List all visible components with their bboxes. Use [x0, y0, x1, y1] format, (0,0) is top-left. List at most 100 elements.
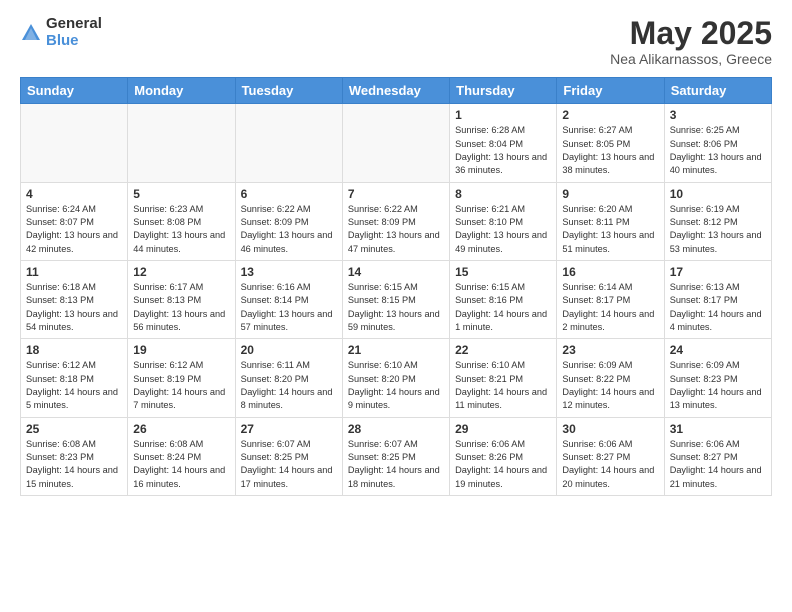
calendar-cell: 21 Sunrise: 6:10 AMSunset: 8:20 PMDayligh…: [342, 339, 449, 417]
day-info: Sunrise: 6:13 AMSunset: 8:17 PMDaylight:…: [670, 281, 766, 334]
day-info: Sunrise: 6:23 AMSunset: 8:08 PMDaylight:…: [133, 203, 229, 256]
calendar-cell: 23 Sunrise: 6:09 AMSunset: 8:22 PMDayligh…: [557, 339, 664, 417]
day-number: 5: [133, 187, 229, 201]
day-number: 23: [562, 343, 658, 357]
day-number: 18: [26, 343, 122, 357]
calendar-cell: 12Sunrise: 6:17 AMSunset: 8:13 PMDayligh…: [128, 260, 235, 338]
weekday-header-row: SundayMondayTuesdayWednesdayThursdayFrid…: [21, 78, 772, 104]
day-number: 4: [26, 187, 122, 201]
weekday-header-wednesday: Wednesday: [342, 78, 449, 104]
calendar-cell: 29Sunrise: 6:06 AMSunset: 8:26 PMDayligh…: [450, 417, 557, 495]
calendar-cell: 6 Sunrise: 6:22 AMSunset: 8:09 PMDaylight…: [235, 182, 342, 260]
calendar-cell: 28Sunrise: 6:07 AMSunset: 8:25 PMDayligh…: [342, 417, 449, 495]
day-number: 3: [670, 108, 766, 122]
day-number: 22: [455, 343, 551, 357]
calendar-cell: 18 Sunrise: 6:12 AMSunset: 8:18 PMDayligh…: [21, 339, 128, 417]
day-info: Sunrise: 6:19 AMSunset: 8:12 PMDaylight:…: [670, 203, 766, 256]
day-info: Sunrise: 6:22 AMSunset: 8:09 PMDaylight:…: [348, 203, 444, 256]
day-number: 13: [241, 265, 337, 279]
calendar-cell: 3Sunrise: 6:25 AMSunset: 8:06 PMDaylight…: [664, 104, 771, 182]
calendar-cell: 13Sunrise: 6:16 AMSunset: 8:14 PMDayligh…: [235, 260, 342, 338]
calendar-cell: 30 Sunrise: 6:06 AMSunset: 8:27 PMDayligh…: [557, 417, 664, 495]
calendar-cell: 26Sunrise: 6:08 AMSunset: 8:24 PMDayligh…: [128, 417, 235, 495]
day-number: 6: [241, 187, 337, 201]
day-info: Sunrise: 6:08 AMSunset: 8:24 PMDaylight:…: [133, 438, 229, 491]
calendar-cell: 25 Sunrise: 6:08 AMSunset: 8:23 PMDayligh…: [21, 417, 128, 495]
day-info: Sunrise: 6:07 AMSunset: 8:25 PMDaylight:…: [241, 438, 337, 491]
calendar-cell: 17 Sunrise: 6:13 AMSunset: 8:17 PMDayligh…: [664, 260, 771, 338]
calendar-table: SundayMondayTuesdayWednesdayThursdayFrid…: [20, 77, 772, 496]
weekday-header-monday: Monday: [128, 78, 235, 104]
calendar-cell: [342, 104, 449, 182]
day-info: Sunrise: 6:09 AMSunset: 8:22 PMDaylight:…: [562, 359, 658, 412]
logo: General Blue: [20, 16, 102, 49]
day-number: 2: [562, 108, 658, 122]
calendar-cell: 31 Sunrise: 6:06 AMSunset: 8:27 PMDayligh…: [664, 417, 771, 495]
calendar-cell: 27 Sunrise: 6:07 AMSunset: 8:25 PMDayligh…: [235, 417, 342, 495]
day-number: 24: [670, 343, 766, 357]
day-info: Sunrise: 6:14 AMSunset: 8:17 PMDaylight:…: [562, 281, 658, 334]
calendar-cell: 14 Sunrise: 6:15 AMSunset: 8:15 PMDayligh…: [342, 260, 449, 338]
day-info: Sunrise: 6:27 AMSunset: 8:05 PMDaylight:…: [562, 124, 658, 177]
logo-general: General: [46, 16, 102, 33]
day-number: 9: [562, 187, 658, 201]
weekday-header-thursday: Thursday: [450, 78, 557, 104]
weekday-header-friday: Friday: [557, 78, 664, 104]
day-number: 19: [133, 343, 229, 357]
day-info: Sunrise: 6:18 AMSunset: 8:13 PMDaylight:…: [26, 281, 122, 334]
day-number: 11: [26, 265, 122, 279]
calendar-cell: [21, 104, 128, 182]
day-info: Sunrise: 6:11 AMSunset: 8:20 PMDaylight:…: [241, 359, 337, 412]
calendar-cell: 11 Sunrise: 6:18 AMSunset: 8:13 PMDayligh…: [21, 260, 128, 338]
day-number: 21: [348, 343, 444, 357]
day-number: 1: [455, 108, 551, 122]
day-number: 7: [348, 187, 444, 201]
calendar-cell: 22 Sunrise: 6:10 AMSunset: 8:21 PMDayligh…: [450, 339, 557, 417]
calendar-week-1: 1Sunrise: 6:28 AMSunset: 8:04 PMDaylight…: [21, 104, 772, 182]
calendar-cell: [128, 104, 235, 182]
location-subtitle: Nea Alikarnassos, Greece: [610, 51, 772, 67]
logo-text: General Blue: [46, 16, 102, 49]
day-info: Sunrise: 6:24 AMSunset: 8:07 PMDaylight:…: [26, 203, 122, 256]
day-info: Sunrise: 6:22 AMSunset: 8:09 PMDaylight:…: [241, 203, 337, 256]
calendar-week-2: 4 Sunrise: 6:24 AMSunset: 8:07 PMDaylight…: [21, 182, 772, 260]
day-info: Sunrise: 6:08 AMSunset: 8:23 PMDaylight:…: [26, 438, 122, 491]
day-info: Sunrise: 6:07 AMSunset: 8:25 PMDaylight:…: [348, 438, 444, 491]
day-info: Sunrise: 6:10 AMSunset: 8:21 PMDaylight:…: [455, 359, 551, 412]
day-info: Sunrise: 6:15 AMSunset: 8:15 PMDaylight:…: [348, 281, 444, 334]
day-info: Sunrise: 6:12 AMSunset: 8:19 PMDaylight:…: [133, 359, 229, 412]
calendar-week-4: 18 Sunrise: 6:12 AMSunset: 8:18 PMDayligh…: [21, 339, 772, 417]
day-info: Sunrise: 6:06 AMSunset: 8:27 PMDaylight:…: [670, 438, 766, 491]
day-info: Sunrise: 6:09 AMSunset: 8:23 PMDaylight:…: [670, 359, 766, 412]
day-number: 31: [670, 422, 766, 436]
weekday-header-tuesday: Tuesday: [235, 78, 342, 104]
day-info: Sunrise: 6:17 AMSunset: 8:13 PMDaylight:…: [133, 281, 229, 334]
calendar-cell: 15 Sunrise: 6:15 AMSunset: 8:16 PMDayligh…: [450, 260, 557, 338]
day-info: Sunrise: 6:21 AMSunset: 8:10 PMDaylight:…: [455, 203, 551, 256]
day-info: Sunrise: 6:06 AMSunset: 8:26 PMDaylight:…: [455, 438, 551, 491]
day-info: Sunrise: 6:15 AMSunset: 8:16 PMDaylight:…: [455, 281, 551, 334]
day-number: 15: [455, 265, 551, 279]
header: General Blue May 2025 Nea Alikarnassos, …: [20, 16, 772, 67]
day-number: 20: [241, 343, 337, 357]
day-info: Sunrise: 6:06 AMSunset: 8:27 PMDaylight:…: [562, 438, 658, 491]
day-number: 25: [26, 422, 122, 436]
logo-blue: Blue: [46, 33, 102, 50]
calendar-cell: 19 Sunrise: 6:12 AMSunset: 8:19 PMDayligh…: [128, 339, 235, 417]
weekday-header-sunday: Sunday: [21, 78, 128, 104]
day-number: 30: [562, 422, 658, 436]
calendar-cell: 2 Sunrise: 6:27 AMSunset: 8:05 PMDaylight…: [557, 104, 664, 182]
calendar-cell: [235, 104, 342, 182]
day-number: 27: [241, 422, 337, 436]
day-number: 8: [455, 187, 551, 201]
calendar-cell: 10Sunrise: 6:19 AMSunset: 8:12 PMDayligh…: [664, 182, 771, 260]
calendar-cell: 20 Sunrise: 6:11 AMSunset: 8:20 PMDayligh…: [235, 339, 342, 417]
day-info: Sunrise: 6:10 AMSunset: 8:20 PMDaylight:…: [348, 359, 444, 412]
day-info: Sunrise: 6:12 AMSunset: 8:18 PMDaylight:…: [26, 359, 122, 412]
month-year-title: May 2025: [610, 16, 772, 51]
calendar-week-5: 25 Sunrise: 6:08 AMSunset: 8:23 PMDayligh…: [21, 417, 772, 495]
day-number: 14: [348, 265, 444, 279]
calendar-cell: 5 Sunrise: 6:23 AMSunset: 8:08 PMDaylight…: [128, 182, 235, 260]
day-number: 16: [562, 265, 658, 279]
day-number: 17: [670, 265, 766, 279]
